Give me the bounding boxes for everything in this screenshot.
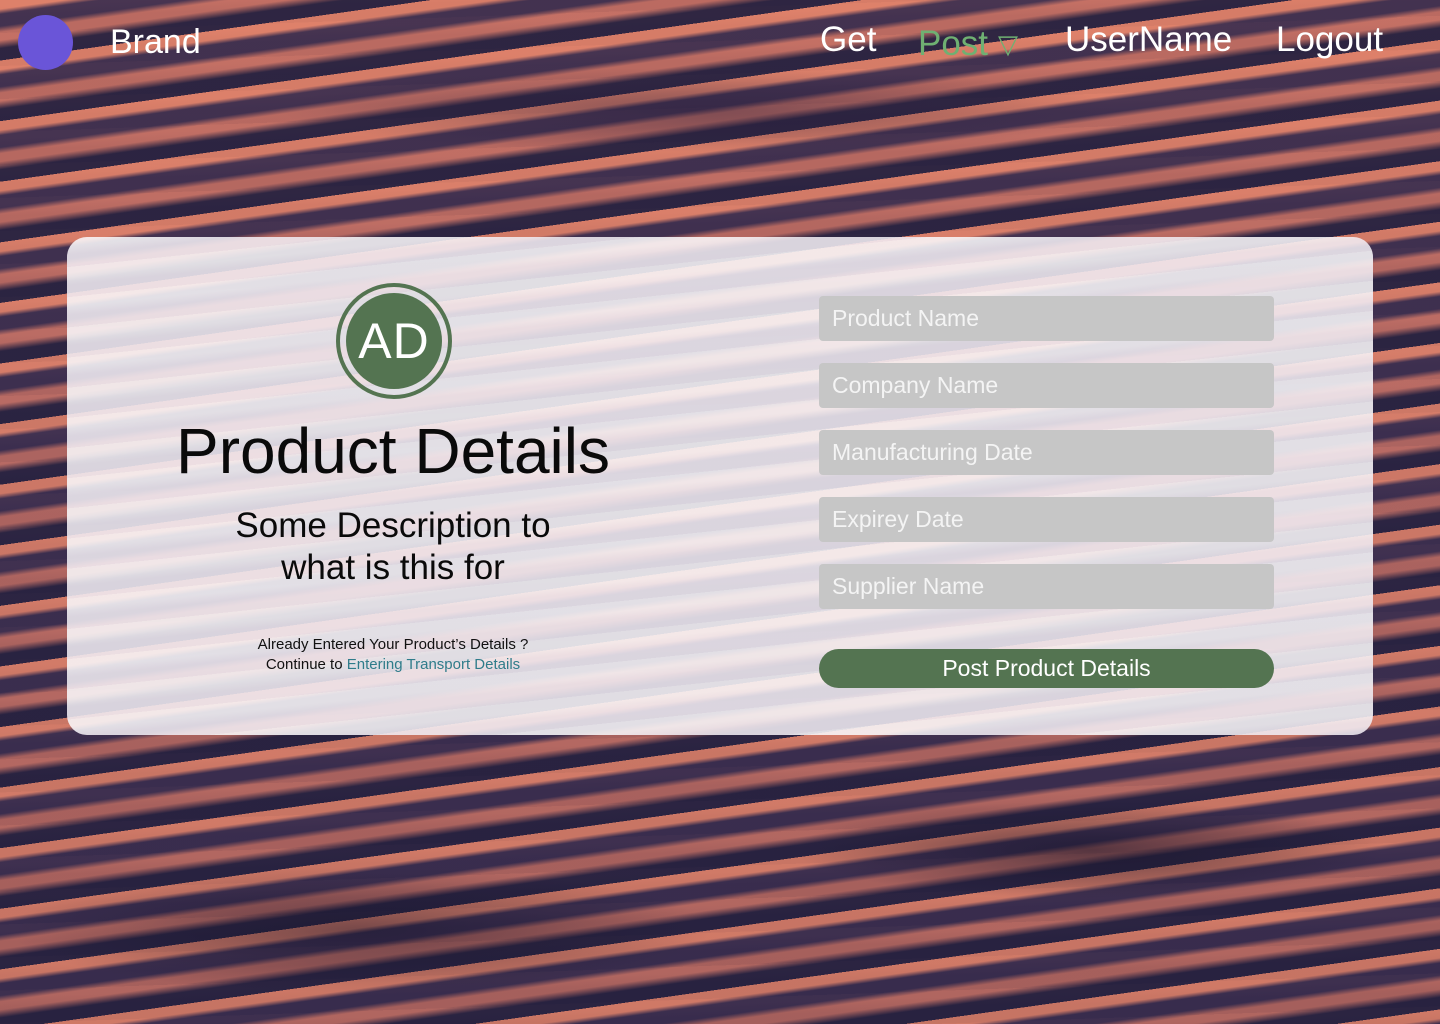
already-entered-note: Already Entered Your Product’s Details ?…	[67, 635, 719, 675]
nav-post-label: Post	[918, 24, 989, 63]
nav-logout-link[interactable]: Logout	[1276, 20, 1383, 60]
supplier-name-input[interactable]	[819, 564, 1274, 609]
chevron-down-icon: ▽	[998, 29, 1019, 59]
nav-get-link[interactable]: Get	[820, 20, 876, 60]
continue-line: Continue to Entering Transport Details	[67, 655, 719, 675]
brand-logo[interactable]	[18, 15, 73, 70]
already-entered-text: Already Entered Your Product’s Details ?	[257, 636, 529, 653]
transport-details-link[interactable]: Entering Transport Details	[347, 656, 520, 673]
product-name-input[interactable]	[819, 296, 1274, 341]
brand-name[interactable]: Brand	[110, 22, 201, 62]
page-description: Some Description to what is this for	[235, 506, 551, 587]
avatar-initials: AD	[346, 293, 442, 389]
navbar: Brand Get Post ▽ UserName Logout	[0, 0, 1440, 86]
product-details-card: AD Product Details Some Description to w…	[67, 237, 1373, 735]
nav-post-dropdown[interactable]: Post ▽	[918, 24, 1018, 64]
avatar: AD	[336, 283, 452, 399]
post-product-details-button[interactable]: Post Product Details	[819, 649, 1274, 688]
manufacturing-date-input[interactable]	[819, 430, 1274, 475]
expiry-date-input[interactable]	[819, 497, 1274, 542]
page-title: Product Details	[176, 415, 610, 487]
continue-prefix: Continue to	[265, 656, 347, 673]
nav-username[interactable]: UserName	[1065, 20, 1232, 60]
company-name-input[interactable]	[819, 363, 1274, 408]
